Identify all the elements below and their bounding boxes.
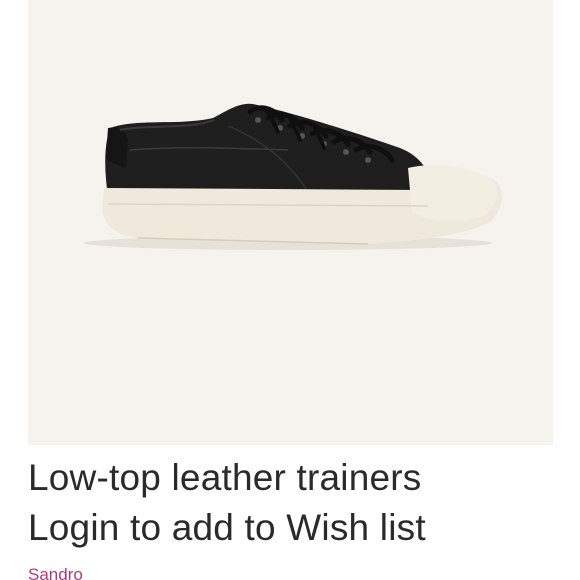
login-to-wishlist-link[interactable]: Login to add to Wish list	[28, 505, 426, 551]
sneaker-image-icon	[83, 103, 502, 250]
product-image[interactable]	[28, 0, 553, 445]
brand-link[interactable]: Sandro	[28, 564, 83, 580]
product-title: Low-top leather trainers	[28, 457, 422, 498]
product-card: Low-top leather trainers Login to add to…	[0, 0, 580, 580]
